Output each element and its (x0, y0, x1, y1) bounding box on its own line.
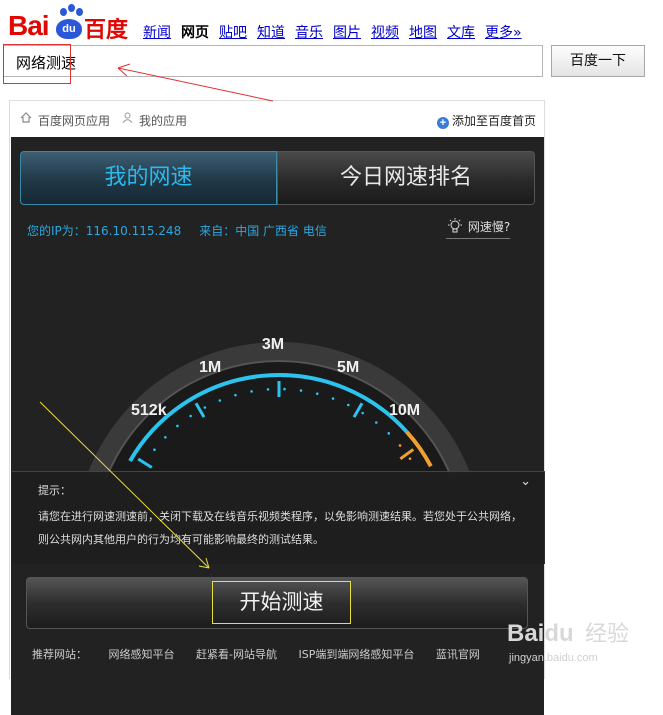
gauge-minor-tick (315, 392, 319, 395)
lightbulb-icon (448, 218, 462, 233)
gauge-minor-tick (250, 390, 253, 393)
speedtest-app: 百度网页应用 我的应用 + 添加至百度首页 我的网速 今日网速排名 您的IP为：1… (9, 100, 545, 715)
gauge-minor-tick (218, 399, 222, 402)
tip-title: 提示： (38, 484, 71, 497)
gauge-minor-tick (408, 457, 412, 460)
logo-cn-text: 百度 (84, 18, 129, 43)
user-icon (122, 112, 133, 126)
gauge-label: 512k (131, 402, 167, 419)
nav-video[interactable]: 视频 (371, 22, 399, 42)
gauge-label: 3M (262, 336, 284, 353)
gauge-minor-tick (176, 424, 179, 428)
watermark-logo: Baidu 经验 jingyan.baidu.com (507, 620, 629, 664)
paw-icon (60, 8, 67, 16)
recommend-label: 推荐网站： (32, 648, 87, 661)
gauge-minor-tick (203, 406, 207, 409)
tab-my-speed[interactable]: 我的网速 (20, 151, 277, 205)
gauge-minor-tick (189, 414, 192, 418)
wm-brand: Baidu (507, 620, 574, 647)
ip-address: 您的IP为：116.10.115.248 (27, 224, 182, 238)
web-apps-link[interactable]: 百度网页应用 (38, 112, 110, 129)
gauge-minor-tick (234, 393, 237, 397)
gauge-minor-tick (164, 435, 167, 439)
gauge-minor-tick (153, 448, 156, 452)
gauge-minor-tick (398, 444, 402, 447)
gauge-minor-tick (374, 421, 378, 424)
logo-bai-text: Bai (8, 10, 50, 41)
tab-today-rank[interactable]: 今日网速排名 (277, 151, 535, 205)
gauge-minor-tick (361, 411, 365, 415)
wm-url: jingyan.baidu.com (508, 652, 598, 664)
add-home-label: 添加至百度首页 (451, 114, 536, 128)
nav-map[interactable]: 地图 (409, 22, 437, 42)
gauge-minor-tick (299, 389, 303, 392)
app-bar: 百度网页应用 我的应用 + 添加至百度首页 (10, 101, 544, 137)
top-nav: 新闻 网页 贴吧 知道 音乐 图片 视频 地图 文库 更多» (143, 22, 532, 42)
ip-info: 您的IP为：116.10.115.248 来自：中国 广西省 电信 (27, 222, 345, 239)
nav-news[interactable]: 新闻 (143, 22, 171, 42)
paw-icon (76, 8, 83, 16)
nav-tieba[interactable]: 贴吧 (219, 22, 247, 42)
gauge-minor-tick (266, 388, 270, 391)
my-apps-link[interactable]: 我的应用 (139, 112, 187, 129)
nav-music[interactable]: 音乐 (295, 22, 323, 42)
speed-gauge: 512k 1M 3M 5M 10M (86, 336, 472, 477)
speedtest-dark-panel: 我的网速 今日网速排名 您的IP为：116.10.115.248 来自：中国 广西… (11, 137, 545, 715)
search-field[interactable]: 网络测速 (3, 45, 543, 77)
gauge-minor-tick (387, 432, 391, 435)
annotation-highlight-box (3, 44, 71, 84)
gauge-label: 1M (199, 359, 221, 376)
nav-web[interactable]: 网页 (181, 22, 209, 42)
baidu-logo[interactable]: Bai du 百度 (8, 2, 133, 43)
search-button[interactable]: 百度一下 (551, 45, 645, 77)
start-test-label[interactable]: 开始测速 (212, 581, 351, 624)
gauge-minor-tick (331, 397, 335, 400)
site-link[interactable]: 蓝讯官网 (436, 648, 480, 661)
home-icon[interactable] (20, 112, 32, 126)
recommended-sites: 推荐网站： 网络感知平台 赶紧看-网站导航 ISP端到端网络感知平台 蓝讯官网 (32, 646, 498, 662)
ip-location: 来自：中国 广西省 电信 (199, 224, 327, 238)
gauge-minor-tick (283, 387, 286, 391)
gauge-label: 5M (337, 359, 359, 376)
slow-speed-label: 网速慢? (467, 220, 511, 234)
site-link[interactable]: 赶紧看-网站导航 (196, 648, 277, 661)
slow-speed-link[interactable]: 网速慢? (446, 218, 511, 239)
tip-panel: ⌄ 提示： 请您在进行网速测速前，关闭下载及在线音乐视频类程序，以免影响测速结果… (12, 471, 545, 564)
gauge-label: 10M (389, 402, 420, 419)
wm-cn: 经验 (585, 622, 629, 647)
nav-more[interactable]: 更多» (485, 22, 522, 42)
tip-body: 请您在进行网速测速前，关闭下载及在线音乐视频类程序，以免影响测速结果。若您处于公… (38, 510, 522, 546)
nav-zhidao[interactable]: 知道 (257, 22, 285, 42)
plus-icon: + (436, 117, 449, 129)
add-to-home-button[interactable]: + 添加至百度首页 (436, 112, 536, 129)
chevron-down-icon[interactable]: ⌄ (520, 474, 531, 489)
gauge-minor-tick (346, 403, 350, 407)
site-link[interactable]: 网络感知平台 (109, 648, 175, 661)
watermark: Baidu 经验 jingyan.baidu.com (505, 605, 657, 665)
paw-icon (68, 4, 75, 12)
logo-du-text: du (56, 19, 82, 39)
site-link[interactable]: ISP端到端网络感知平台 (298, 648, 414, 661)
nav-images[interactable]: 图片 (333, 22, 361, 42)
nav-wenku[interactable]: 文库 (447, 22, 475, 42)
